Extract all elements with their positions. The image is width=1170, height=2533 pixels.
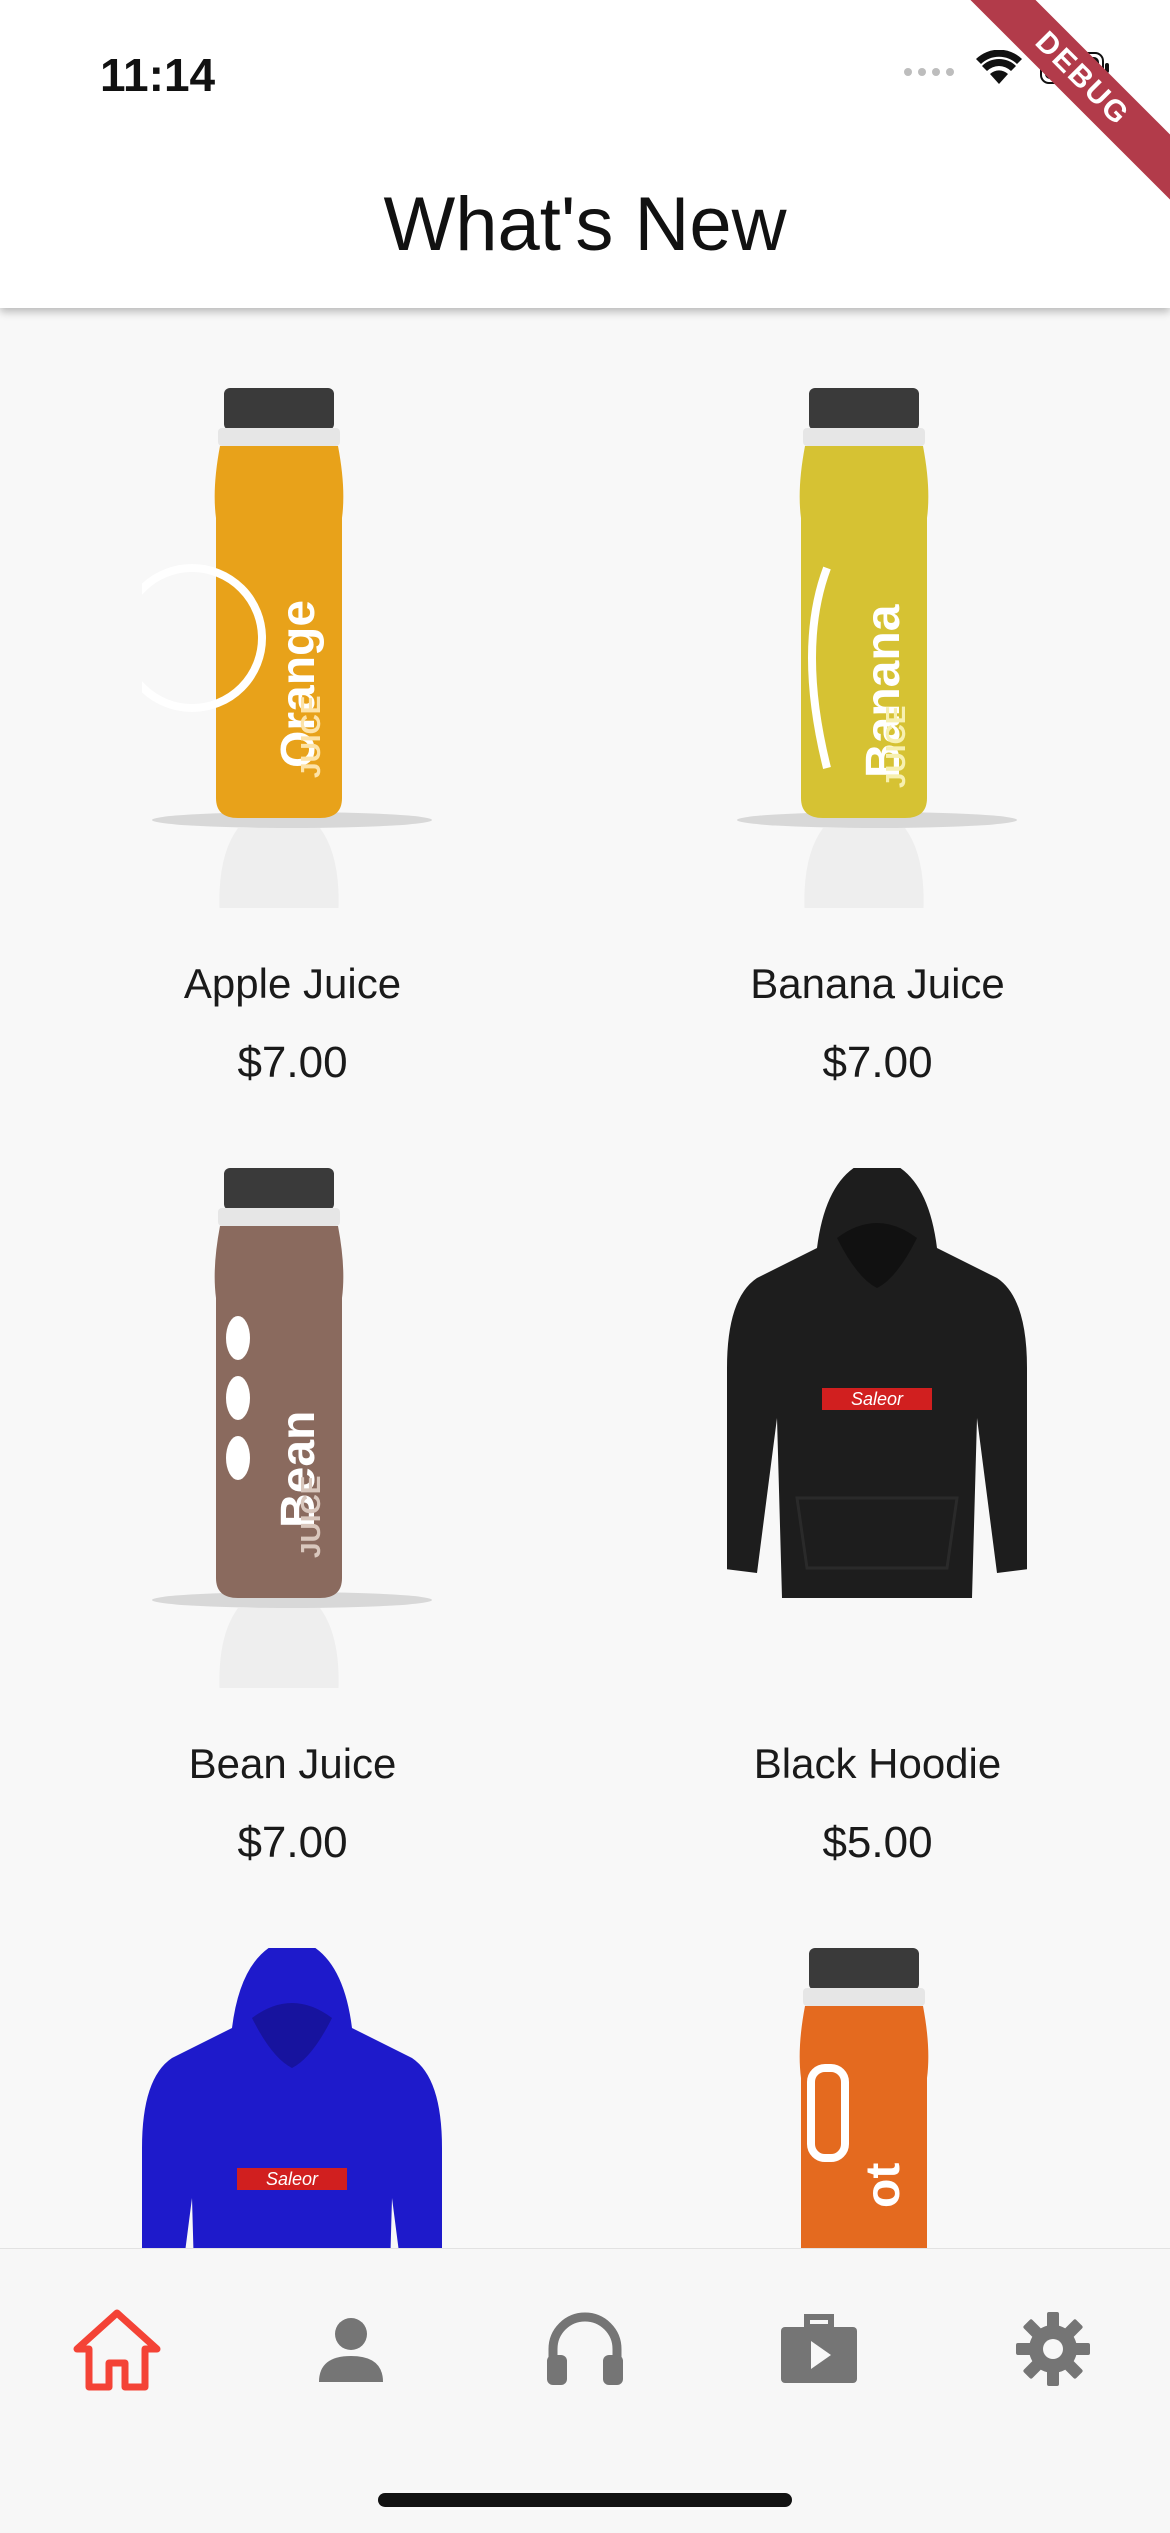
product-card[interactable]: Saleor Black Hoodie $5.00 [585,1088,1170,1868]
juice-bottle-image: Banana JUICE [727,388,1027,908]
svg-text:JUICE: JUICE [295,1476,326,1558]
status-time: 11:14 [100,49,216,101]
hoodie-image: Saleor [142,1948,442,2248]
page-title: What's New [383,181,787,267]
bottom-navigation [0,2248,1170,2533]
product-card[interactable]: Banana JUICE Banana Juice $7.00 [585,308,1170,1088]
hoodie-label: Saleor [851,1389,904,1409]
product-card[interactable]: Saleor [0,1868,585,2248]
product-price: $7.00 [237,1818,348,1867]
product-name: Apple Juice [183,960,402,1007]
home-icon [73,2309,161,2391]
hoodie-label: Saleor [266,2169,319,2189]
product-name: Banana Juice [750,960,1005,1007]
product-card[interactable]: Bean JUICE Bean Juice $7.00 [0,1088,585,1868]
product-price: $7.00 [822,1038,933,1087]
product-price: $7.00 [237,1038,348,1087]
product-grid[interactable]: Orange JUICE Apple Juice $7.00 Banana JU… [0,308,1170,2248]
juice-bottle-image: Bean JUICE [142,1168,442,1688]
svg-text:JUICE: JUICE [880,706,911,788]
headphones-icon [547,2312,623,2385]
product-name: Bean Juice [188,1740,397,1787]
home-indicator[interactable] [378,2493,792,2507]
person-icon [319,2318,383,2382]
bottle-label: ot [857,2163,910,2208]
nav-settings[interactable] [936,2289,1170,2409]
nav-media[interactable] [702,2289,936,2409]
gear-icon [1016,2312,1090,2386]
svg-text:JUICE: JUICE [295,696,326,778]
product-card[interactable]: Orange JUICE Apple Juice $7.00 [0,308,585,1088]
product-card[interactable]: ot [585,1868,1170,2248]
juice-bottle-image: Orange JUICE [142,388,442,908]
product-name: Black Hoodie [753,1740,1002,1787]
debug-banner-label: DEBUG [952,0,1170,209]
hoodie-image: Saleor [727,1168,1027,1688]
nav-home[interactable] [0,2289,234,2409]
product-price: $5.00 [822,1818,933,1867]
juice-bottle-image: ot [727,1948,1027,2248]
nav-audio[interactable] [468,2289,702,2409]
briefcase-play-icon [781,2314,857,2383]
nav-profile[interactable] [234,2289,468,2409]
debug-banner: DEBUG [950,0,1170,220]
